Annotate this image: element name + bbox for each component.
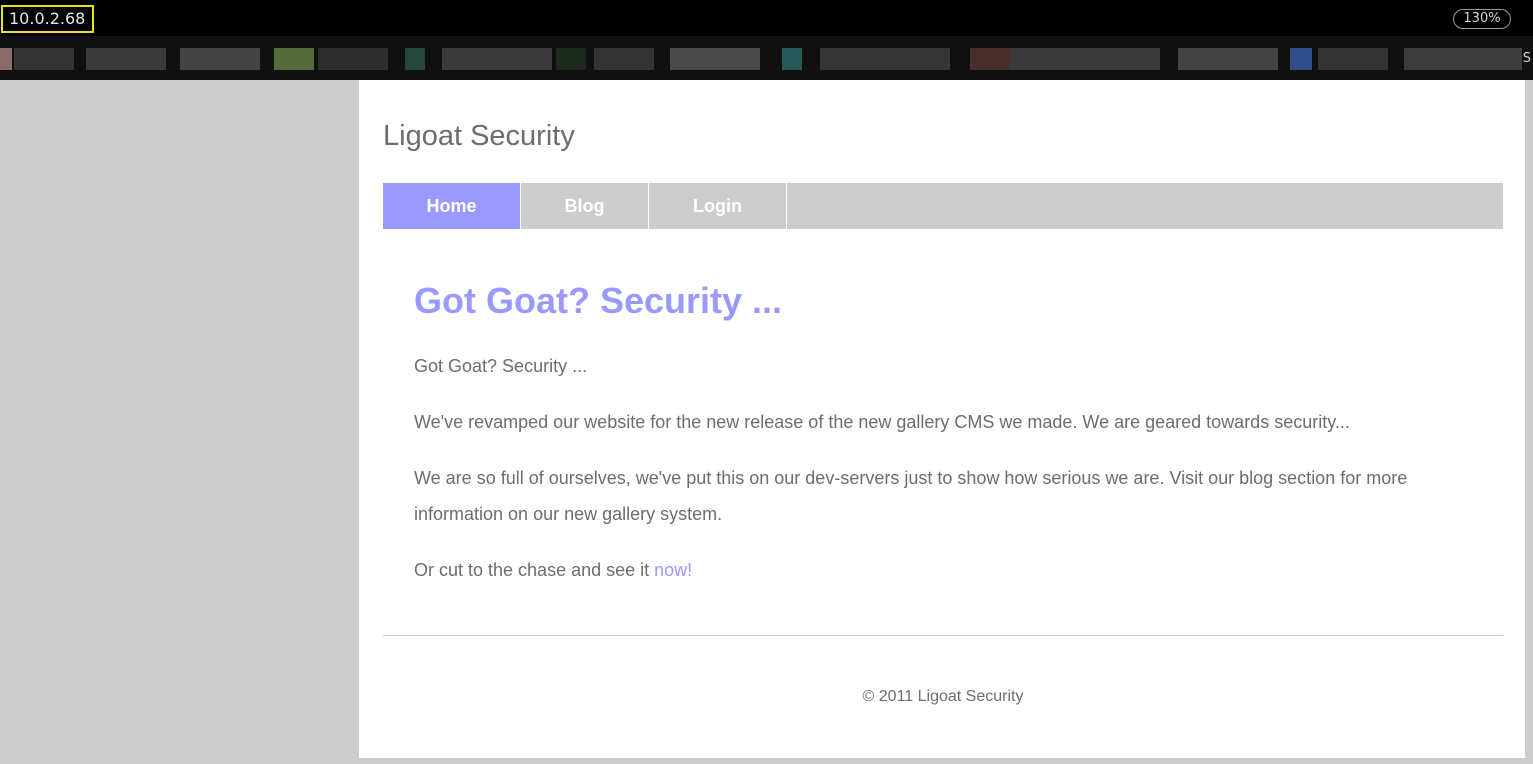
footer-divider	[383, 635, 1503, 636]
bookmark-item[interactable]	[556, 48, 586, 70]
page-container: Ligoat Security Home Blog Login Got Goat…	[359, 80, 1525, 758]
bookmark-item[interactable]	[14, 48, 74, 70]
intro-text: Got Goat? Security ...	[414, 356, 588, 376]
bookmark-item[interactable]	[1290, 48, 1312, 70]
nav-item-home[interactable]: Home	[383, 183, 521, 229]
bookmarks-bar: S	[0, 36, 1533, 80]
bookmark-item[interactable]	[0, 48, 12, 70]
bookmark-item[interactable]	[1178, 48, 1278, 70]
bookmark-overflow-label[interactable]: S	[1523, 51, 1531, 66]
bookmark-item[interactable]	[1404, 48, 1522, 70]
paragraph-cta: Or cut to the chase and see it now!	[414, 552, 1474, 588]
paragraph-revamp: We've revamped our website for the new r…	[414, 412, 1350, 432]
bookmark-item[interactable]	[782, 48, 802, 70]
main-content: Got Goat? Security ... Got Goat? Securit…	[414, 278, 1474, 588]
bookmark-item[interactable]	[970, 48, 1010, 70]
bookmark-item[interactable]	[670, 48, 760, 70]
bookmark-item[interactable]	[274, 48, 314, 70]
browser-toolbar: 10.0.2.68 130%	[0, 0, 1533, 36]
bookmark-item[interactable]	[1318, 48, 1388, 70]
site-title: Ligoat Security	[383, 120, 575, 152]
bookmark-item[interactable]	[180, 48, 260, 70]
address-bar[interactable]: 10.0.2.68	[1, 5, 94, 33]
main-nav: Home Blog Login	[383, 183, 1503, 229]
bookmark-item[interactable]	[594, 48, 654, 70]
bookmark-item[interactable]	[86, 48, 166, 70]
bookmark-item[interactable]	[820, 48, 950, 70]
footer-copyright: © 2011 Ligoat Security	[862, 688, 1024, 705]
cta-text: Or cut to the chase and see it	[414, 560, 655, 580]
bookmark-item[interactable]	[405, 48, 425, 70]
nav-item-login[interactable]: Login	[649, 183, 787, 229]
page-heading: Got Goat? Security ...	[414, 280, 783, 321]
bookmark-item[interactable]	[1010, 48, 1160, 70]
nav-item-blog[interactable]: Blog	[521, 183, 649, 229]
bookmark-item[interactable]	[318, 48, 388, 70]
bookmark-item[interactable]	[442, 48, 552, 70]
zoom-indicator[interactable]: 130%	[1453, 9, 1511, 29]
paragraph-dev-servers: We are so full of ourselves, we've put t…	[414, 468, 1408, 524]
now-link[interactable]: now!	[654, 560, 692, 580]
